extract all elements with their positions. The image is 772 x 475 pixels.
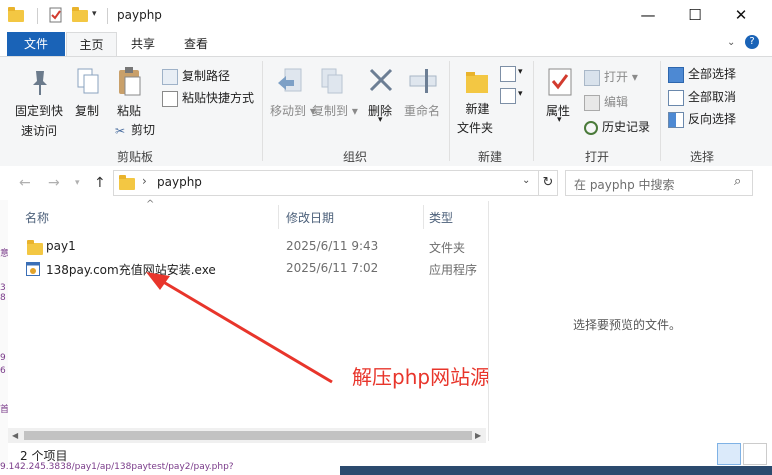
scroll-right-icon[interactable]: ▶	[475, 431, 481, 440]
preview-empty-text: 选择要预览的文件。	[573, 318, 682, 332]
background-url-text: 9.142.245.3838/pay1/ap/138paytest/pay2/p…	[0, 462, 340, 475]
scroll-left-icon[interactable]: ◀	[12, 431, 18, 440]
background-url: 9.142.245.3838/pay1/ap/138paytest/pay2/p…	[0, 462, 234, 472]
scrollbar-thumb[interactable]	[24, 431, 472, 440]
horizontal-scrollbar[interactable]: ◀ ▶	[8, 428, 486, 443]
preview-pane: 选择要预览的文件。	[488, 201, 772, 441]
taskbar-strip	[340, 466, 772, 475]
details-view-icon[interactable]	[717, 443, 741, 465]
large-icons-view-icon[interactable]	[743, 443, 767, 465]
